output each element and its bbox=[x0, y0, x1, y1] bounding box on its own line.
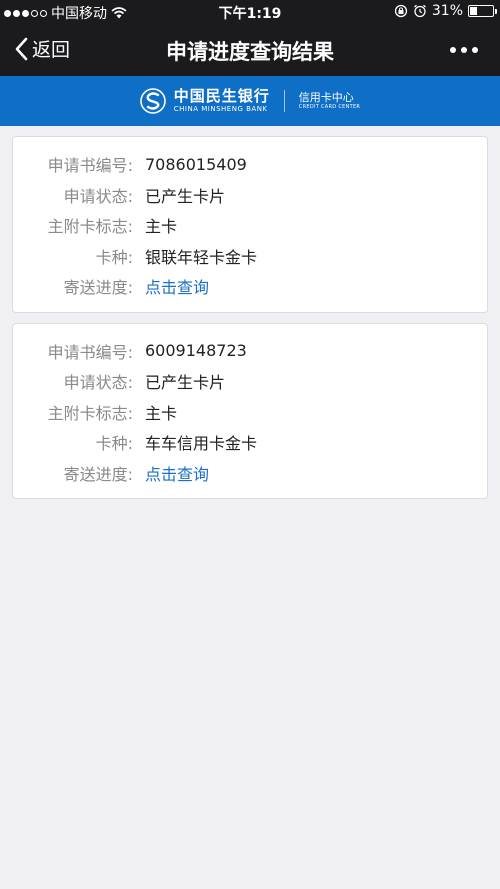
bank-name-cn: 中国民生银行 bbox=[173, 87, 270, 105]
row-card-type: 卡种: 银联年轻卡金卡 bbox=[13, 241, 487, 272]
value-card-flag: 主卡 bbox=[145, 217, 178, 237]
alarm-icon bbox=[413, 4, 426, 18]
label-application-number: 申请书编号: bbox=[47, 156, 133, 176]
label-card-flag: 主附卡标志: bbox=[47, 217, 133, 237]
row-application-number: 申请书编号: 6009148723 bbox=[13, 336, 487, 367]
row-card-flag: 主附卡标志: 主卡 bbox=[13, 210, 487, 241]
bank-banner: 中国民生银行 CHINA MINSHENG BANK 信用卡中心 CREDIT … bbox=[0, 76, 500, 126]
lock-rotation-icon bbox=[394, 4, 408, 18]
banner-divider bbox=[283, 90, 285, 112]
label-delivery-progress: 寄送进度: bbox=[63, 278, 133, 298]
label-application-number: 申请书编号: bbox=[47, 342, 133, 362]
row-card-type: 卡种: 车车信用卡金卡 bbox=[13, 427, 487, 458]
row-application-status: 申请状态: 已产生卡片 bbox=[13, 180, 487, 211]
minsheng-logo-icon bbox=[139, 88, 166, 114]
row-application-number: 申请书编号: 7086015409 bbox=[13, 149, 487, 180]
application-card-1: 申请书编号: 7086015409 申请状态: 已产生卡片 主附卡标志: 主卡 … bbox=[12, 136, 488, 313]
value-application-number: 7086015409 bbox=[145, 154, 247, 174]
nav-bar: 返回 申请进度查询结果 bbox=[0, 24, 500, 76]
more-icon[interactable] bbox=[450, 47, 478, 53]
status-right: 31% bbox=[394, 3, 497, 19]
value-application-number: 6009148723 bbox=[145, 341, 247, 361]
battery-percent: 31% bbox=[431, 3, 463, 19]
bank-logo: 中国民生银行 CHINA MINSHENG BANK 信用卡中心 CREDIT … bbox=[139, 87, 361, 114]
page-title: 申请进度查询结果 bbox=[166, 40, 334, 64]
label-card-flag: 主附卡标志: bbox=[47, 403, 133, 423]
query-delivery-link[interactable]: 点击查询 bbox=[145, 461, 209, 485]
row-delivery-progress: 寄送进度: 点击查询 bbox=[13, 458, 487, 489]
value-card-type: 银联年轻卡金卡 bbox=[145, 247, 258, 267]
value-application-status: 已产生卡片 bbox=[145, 373, 226, 393]
top-bar: 中国移动 下午1:19 31% 返回 申请进度查询结果 bbox=[0, 0, 500, 76]
query-delivery-link[interactable]: 点击查询 bbox=[145, 274, 209, 298]
value-card-flag: 主卡 bbox=[145, 403, 178, 423]
label-application-status: 申请状态: bbox=[63, 373, 133, 393]
bank-name-en: CHINA MINSHENG BANK bbox=[173, 105, 268, 113]
value-card-type: 车车信用卡金卡 bbox=[145, 434, 258, 454]
battery-icon bbox=[468, 5, 497, 17]
value-application-status: 已产生卡片 bbox=[145, 186, 226, 206]
row-application-status: 申请状态: 已产生卡片 bbox=[13, 366, 487, 397]
label-card-type: 卡种: bbox=[95, 434, 133, 454]
card-center-cn: 信用卡中心 bbox=[298, 91, 354, 104]
row-card-flag: 主附卡标志: 主卡 bbox=[13, 397, 487, 428]
card-center-en: CREDIT CARD CENTER bbox=[298, 104, 361, 110]
status-bar: 中国移动 下午1:19 31% bbox=[0, 0, 500, 24]
label-card-type: 卡种: bbox=[95, 247, 133, 267]
row-delivery-progress: 寄送进度: 点击查询 bbox=[13, 271, 487, 302]
label-application-status: 申请状态: bbox=[63, 186, 133, 206]
label-delivery-progress: 寄送进度: bbox=[63, 464, 133, 484]
application-card-2: 申请书编号: 6009148723 申请状态: 已产生卡片 主附卡标志: 主卡 … bbox=[12, 322, 488, 499]
